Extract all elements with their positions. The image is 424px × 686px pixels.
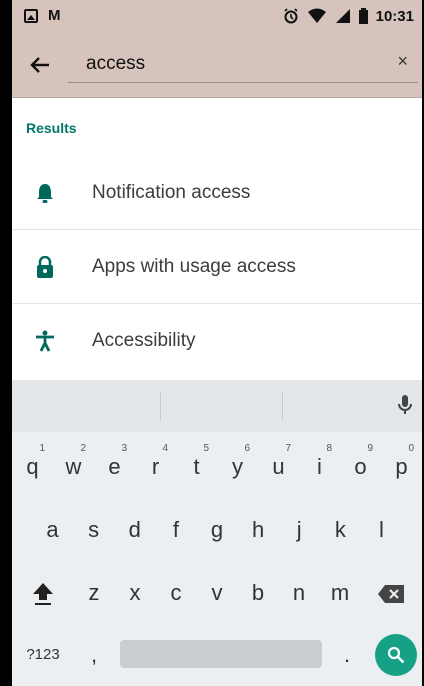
key-row-3: z x c v b n m bbox=[12, 568, 422, 618]
screen: M 10:31 access × Results Notification ac… bbox=[12, 0, 422, 686]
keyboard: q1 w2 e3 r4 t5 y6 u7 i8 o9 p0 a s d f g … bbox=[12, 380, 422, 686]
key-c[interactable]: c bbox=[156, 568, 197, 618]
period-key[interactable]: . bbox=[332, 630, 362, 680]
key-b[interactable]: b bbox=[238, 568, 279, 618]
back-button[interactable] bbox=[12, 37, 68, 93]
key-f[interactable]: f bbox=[155, 505, 196, 555]
key-v[interactable]: v bbox=[197, 568, 238, 618]
clear-search-button[interactable]: × bbox=[397, 51, 408, 72]
search-icon bbox=[387, 646, 405, 664]
key-r[interactable]: r4 bbox=[135, 442, 176, 492]
shift-icon bbox=[32, 583, 53, 606]
key-u[interactable]: u7 bbox=[258, 442, 299, 492]
symbols-key[interactable]: ?123 bbox=[12, 630, 74, 680]
result-label: Apps with usage access bbox=[92, 255, 296, 277]
key-e[interactable]: e3 bbox=[94, 442, 135, 492]
key-n[interactable]: n bbox=[279, 568, 320, 618]
result-label: Accessibility bbox=[92, 330, 196, 351]
suggestion-strip bbox=[12, 380, 422, 432]
key-q[interactable]: q1 bbox=[12, 442, 53, 492]
key-o[interactable]: o9 bbox=[340, 442, 381, 492]
signal-icon bbox=[335, 9, 350, 23]
status-bar: M 10:31 bbox=[12, 0, 422, 32]
key-x[interactable]: x bbox=[115, 568, 156, 618]
key-l[interactable]: l bbox=[361, 505, 402, 555]
key-d[interactable]: d bbox=[114, 505, 155, 555]
wifi-icon bbox=[307, 8, 326, 23]
lock-icon bbox=[37, 255, 53, 278]
key-row-1: q1 w2 e3 r4 t5 y6 u7 i8 o9 p0 bbox=[12, 442, 422, 492]
bell-icon bbox=[37, 183, 53, 203]
key-y[interactable]: y6 bbox=[217, 442, 258, 492]
status-time: 10:31 bbox=[375, 7, 414, 25]
key-i[interactable]: i8 bbox=[299, 442, 340, 492]
search-query: access bbox=[86, 53, 146, 74]
backspace-key[interactable] bbox=[361, 568, 423, 618]
key-w[interactable]: w2 bbox=[53, 442, 94, 492]
backspace-icon bbox=[378, 585, 405, 604]
key-k[interactable]: k bbox=[320, 505, 361, 555]
results-heading: Results bbox=[26, 120, 77, 136]
key-h[interactable]: h bbox=[238, 505, 279, 555]
keyboard-search-button[interactable] bbox=[375, 634, 417, 676]
key-row-2: a s d f g h j k l bbox=[12, 505, 422, 555]
key-t[interactable]: t5 bbox=[176, 442, 217, 492]
comma-key[interactable]: , bbox=[74, 630, 114, 680]
key-g[interactable]: g bbox=[196, 505, 237, 555]
result-label: Notification access bbox=[92, 181, 251, 203]
accessibility-icon bbox=[36, 330, 54, 352]
image-notification-icon bbox=[24, 9, 38, 23]
key-j[interactable]: j bbox=[279, 505, 320, 555]
key-a[interactable]: a bbox=[32, 505, 73, 555]
arrow-back-icon bbox=[30, 56, 49, 73]
suggestion-divider bbox=[282, 392, 283, 420]
result-accessibility[interactable]: Accessibility bbox=[12, 304, 422, 378]
gmail-notification-icon: M bbox=[48, 7, 61, 24]
search-input[interactable]: access × bbox=[68, 47, 418, 83]
battery-icon bbox=[358, 8, 368, 24]
key-z[interactable]: z bbox=[74, 568, 115, 618]
key-m[interactable]: m bbox=[320, 568, 361, 618]
suggestion-divider bbox=[160, 392, 161, 420]
microphone-icon[interactable] bbox=[398, 394, 412, 416]
key-s[interactable]: s bbox=[73, 505, 114, 555]
alarm-icon bbox=[284, 8, 298, 24]
result-notification-access[interactable]: Notification access bbox=[12, 156, 422, 230]
space-bar[interactable] bbox=[120, 640, 322, 668]
shift-key[interactable] bbox=[12, 568, 74, 618]
search-bar: access × bbox=[12, 32, 422, 98]
result-apps-usage-access[interactable]: Apps with usage access bbox=[12, 230, 422, 304]
key-p[interactable]: p0 bbox=[381, 442, 422, 492]
